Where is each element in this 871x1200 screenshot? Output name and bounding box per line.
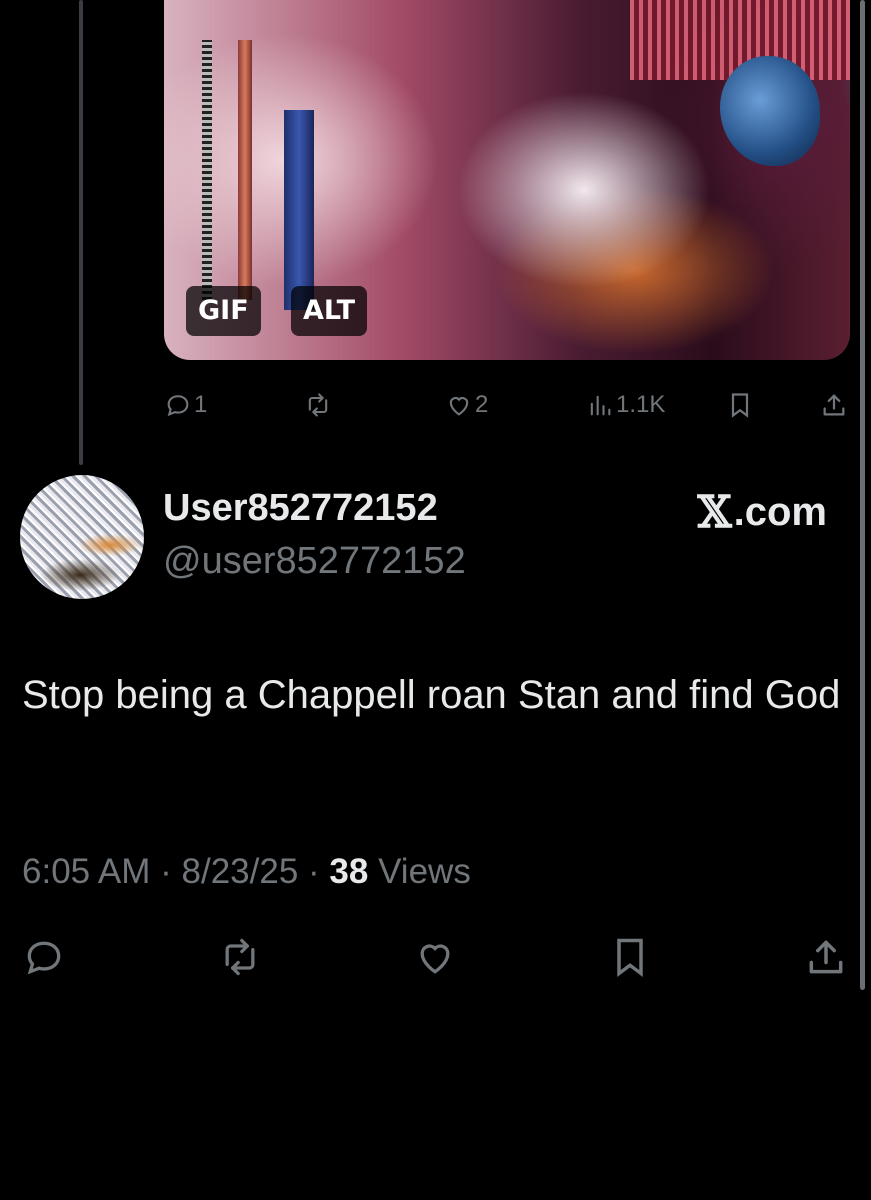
like-icon <box>420 944 450 974</box>
media-blue-object <box>720 56 820 166</box>
gif-media[interactable]: GIF ALT <box>164 0 850 360</box>
share-button[interactable] <box>804 937 848 977</box>
post-date[interactable]: 8/23/25 <box>182 852 299 891</box>
post-views-label: Views <box>368 852 471 891</box>
scrollbar[interactable] <box>860 0 865 990</box>
views-count: 1.1K <box>616 391 666 418</box>
author-handle[interactable]: @user852772152 <box>163 540 466 583</box>
reply-count: 1 <box>194 391 208 418</box>
bookmark-button[interactable] <box>726 385 754 425</box>
media-blue-detail <box>284 110 314 310</box>
x-logo-icon: 𝕏 <box>697 487 732 538</box>
bookmark-icon <box>617 938 643 977</box>
share-icon <box>823 394 845 416</box>
like-button[interactable] <box>413 937 457 977</box>
like-button[interactable]: 2 <box>445 385 488 425</box>
media-fabric-detail <box>238 40 252 300</box>
meta-separator: · <box>150 852 182 891</box>
repost-button[interactable] <box>218 937 262 977</box>
reply-icon <box>27 941 61 975</box>
author-name[interactable]: User852772152 <box>163 487 438 530</box>
bookmark-icon <box>731 393 749 418</box>
reply-button[interactable] <box>22 937 66 977</box>
repost-button[interactable] <box>304 385 332 425</box>
repost-icon <box>225 938 255 976</box>
meta-separator: · <box>298 852 330 891</box>
like-count: 2 <box>475 391 489 418</box>
views-button[interactable]: 1.1K <box>586 385 665 425</box>
post-time[interactable]: 6:05 AM <box>22 852 150 891</box>
alt-badge[interactable]: ALT <box>291 286 368 336</box>
post-meta: 6:05 AM · 8/23/25 · 38 Views <box>22 852 471 892</box>
media-zipper-detail <box>202 40 212 300</box>
gif-badge[interactable]: GIF <box>186 286 261 336</box>
share-icon <box>809 940 843 974</box>
repost-icon <box>308 393 328 417</box>
share-button[interactable] <box>820 385 848 425</box>
thread-connector-line <box>79 0 83 465</box>
x-com-watermark: 𝕏 .com <box>698 487 828 538</box>
reply-action-bar: 1 2 1.1K <box>164 385 854 425</box>
reply-icon <box>167 395 189 417</box>
reply-button[interactable]: 1 <box>164 385 207 425</box>
views-icon <box>590 395 611 416</box>
avatar[interactable] <box>20 475 144 599</box>
post-views-count: 38 <box>329 852 369 891</box>
post-text: Stop being a Chappell roan Stan and find… <box>22 673 841 717</box>
bookmark-button[interactable] <box>608 937 652 977</box>
like-icon <box>449 397 469 416</box>
post-detail-page: GIF ALT 1 2 1.1K User852772152 @user8527… <box>0 0 871 1200</box>
post-action-bar <box>22 937 852 987</box>
watermark-domain: .com <box>733 490 827 534</box>
